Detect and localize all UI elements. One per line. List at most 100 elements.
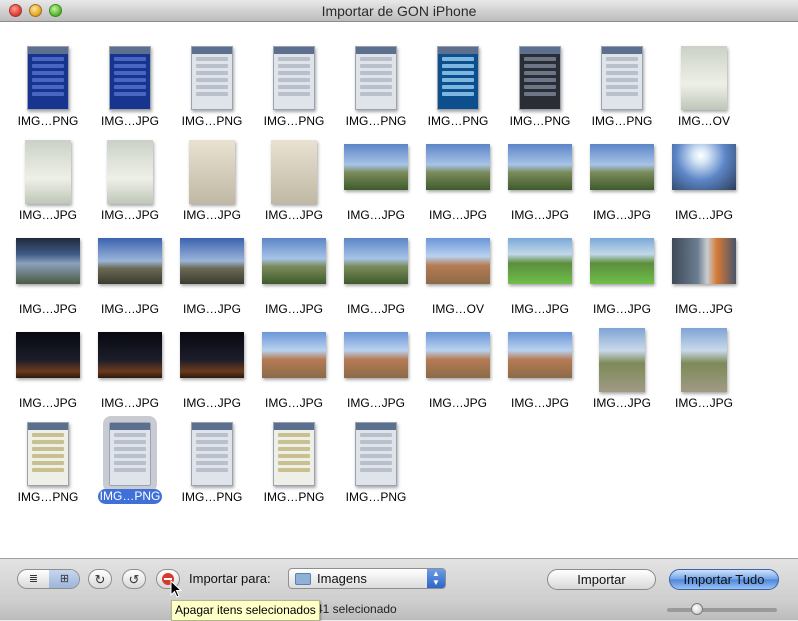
thumbnail-item[interactable]: IMG…PNG [171,34,253,128]
phone-screenshot-thumbnail [273,422,315,486]
thumbnail-caption: IMG…PNG [98,489,162,504]
folder-icon [295,573,311,585]
thumbnail-item[interactable]: IMG…JPG [7,128,89,222]
thumbnail-caption: IMG…PNG [17,114,79,128]
thumbnail-item[interactable]: IMG…JPG [253,128,335,222]
phone-screenshot-thumbnail [191,422,233,486]
thumbnail-caption: IMG…JPG [100,114,159,128]
import-button[interactable]: Importar [547,569,656,590]
thumbnail-item[interactable]: IMG…PNG [253,410,335,504]
phone-screenshot-thumbnail [355,422,397,486]
thumbnail-caption: IMG…PNG [509,114,571,128]
destination-value: Imagens [317,571,367,586]
destination-popup[interactable]: Imagens ▲ ▼ [288,568,446,589]
popup-arrows-icon: ▲ ▼ [427,569,445,588]
thumbnail-caption: IMG…JPG [592,396,651,410]
thumbnail-caption: IMG…JPG [264,208,323,222]
thumbnail-item[interactable]: IMG…JPG [581,128,663,222]
thumbnail-item[interactable]: IMG…JPG [663,128,745,222]
thumbnail-item[interactable]: IMG…JPG [89,128,171,222]
list-view-icon[interactable]: ≣ [18,570,50,588]
thumbnail-item[interactable]: IMG…PNG [499,34,581,128]
window-title: Importar de GON iPhone [321,3,477,19]
photo-thumbnail [599,328,645,392]
thumbnail-item[interactable]: IMG…JPG [7,222,89,316]
import-all-button[interactable]: Importar Tudo [669,569,779,590]
title-bar: Importar de GON iPhone [0,0,798,22]
photo-thumbnail [262,332,326,378]
thumbnail-caption: IMG…JPG [100,396,159,410]
thumbnail-item[interactable]: IMG…JPG [171,316,253,410]
thumbnail-item[interactable]: IMG…PNG [7,410,89,504]
thumbnail-caption: IMG…JPG [18,208,77,222]
thumbnail-caption: IMG…JPG [182,302,241,316]
thumbnail-item[interactable]: IMG…JPG [7,316,89,410]
thumbnail-item[interactable]: IMG…PNG [417,34,499,128]
rotate-right-button[interactable]: ↻ [88,569,112,589]
thumbnail-caption: IMG…JPG [510,396,569,410]
thumbnail-item[interactable]: IMG…JPG [581,316,663,410]
photo-thumbnail [590,144,654,190]
import-to-label: Importar para: [189,571,271,586]
photo-thumbnail [16,238,80,284]
thumbnail-item[interactable]: IMG…JPG [663,316,745,410]
thumbnail-item[interactable]: IMG…JPG [663,222,745,316]
photo-thumbnail [590,238,654,284]
thumbnail-item[interactable]: IMG…JPG [499,316,581,410]
image-browser[interactable]: IMG…PNG IMG…JPG IMG…PNG IMG…PNG IMG…PNG IMG…P… [0,22,798,558]
selection-count: 41 selecionado [316,602,397,616]
phone-screenshot-thumbnail [191,46,233,110]
thumbnail-item[interactable]: IMG…PNG [89,410,171,504]
thumbnail-item[interactable]: IMG…PNG [335,410,417,504]
thumbnail-item[interactable]: IMG…JPG [89,316,171,410]
photo-thumbnail [426,332,490,378]
photo-thumbnail [16,332,80,378]
thumbnail-item[interactable]: IMG…PNG [335,34,417,128]
thumbnail-item[interactable]: IMG…PNG [581,34,663,128]
thumbnail-item[interactable]: IMG…JPG [499,128,581,222]
thumbnail-item[interactable]: IMG…OV [417,222,499,316]
photo-thumbnail [98,332,162,378]
thumbnail-caption: IMG…PNG [17,490,79,504]
rotate-left-button[interactable]: ↺ [122,569,146,589]
thumbnail-size-slider-knob[interactable] [691,603,703,615]
thumbnail-caption: IMG…OV [677,114,730,128]
photo-thumbnail [426,144,490,190]
thumbnail-item[interactable]: IMG…OV [663,34,745,128]
thumbnail-size-slider[interactable] [667,608,777,612]
phone-screenshot-thumbnail [103,416,157,492]
thumbnail-item[interactable]: IMG…JPG [253,316,335,410]
thumbnail-caption: IMG…PNG [263,114,325,128]
thumbnail-caption: IMG…JPG [264,396,323,410]
photo-thumbnail [107,140,153,204]
thumbnail-item[interactable]: IMG…JPG [417,316,499,410]
photo-thumbnail [25,140,71,204]
thumbnail-item[interactable]: IMG…JPG [581,222,663,316]
thumbnail-caption: IMG…JPG [592,208,651,222]
photo-thumbnail [426,238,490,284]
rotate-right-icon: ↻ [94,572,106,587]
view-mode-segmented-control[interactable]: ≣ ⊞ [17,569,80,589]
thumbnail-item[interactable]: IMG…JPG [89,222,171,316]
thumbnail-item[interactable]: IMG…JPG [89,34,171,128]
thumbnail-item[interactable]: IMG…PNG [171,410,253,504]
thumbnail-item[interactable]: IMG…JPG [417,128,499,222]
thumbnail-item[interactable]: IMG…JPG [499,222,581,316]
thumbnail-caption: IMG…JPG [592,302,651,316]
thumbnail-item[interactable]: IMG…JPG [335,316,417,410]
thumbnail-caption: IMG…JPG [182,396,241,410]
thumbnail-item[interactable]: IMG…JPG [253,222,335,316]
photo-thumbnail [672,238,736,284]
photo-thumbnail [189,140,235,204]
photo-thumbnail [344,144,408,190]
thumbnail-item[interactable]: IMG…PNG [7,34,89,128]
thumbnail-item[interactable]: IMG…JPG [171,128,253,222]
thumbnail-caption: IMG…JPG [346,208,405,222]
thumbnail-item[interactable]: IMG…JPG [335,128,417,222]
thumbnail-caption: IMG…JPG [264,302,323,316]
thumbnail-item[interactable]: IMG…JPG [335,222,417,316]
thumbnail-item[interactable]: IMG…PNG [253,34,335,128]
bottom-toolbar: ≣ ⊞ ↻ ↺ Importar para: Imagens ▲ ▼ Import… [0,558,798,598]
grid-view-icon[interactable]: ⊞ [49,570,79,588]
thumbnail-item[interactable]: IMG…JPG [171,222,253,316]
